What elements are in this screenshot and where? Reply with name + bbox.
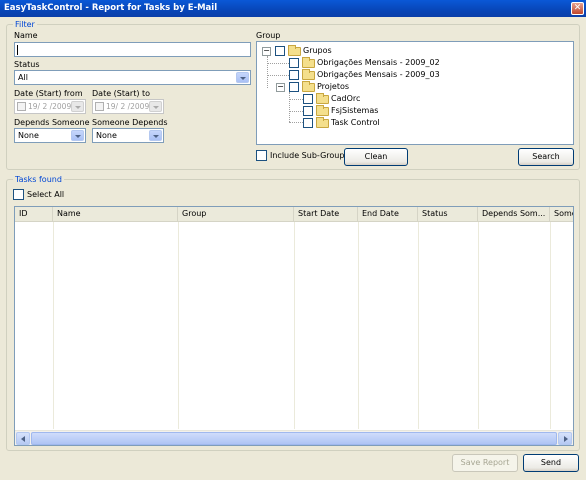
status-select[interactable]: All bbox=[14, 70, 251, 85]
column-header-depends-someone[interactable]: Depends Som... bbox=[478, 207, 550, 222]
scroll-right-icon[interactable] bbox=[558, 432, 572, 445]
date-to-picker[interactable]: 19/ 2 /2009 bbox=[92, 99, 164, 114]
collapse-icon[interactable]: − bbox=[276, 83, 285, 92]
group-label: Group bbox=[256, 31, 281, 40]
name-input[interactable] bbox=[14, 42, 251, 57]
tree-node-task-control[interactable]: Task Control bbox=[257, 117, 457, 129]
tasks-grid[interactable]: ID Name Group Start Date End Date Status… bbox=[14, 206, 574, 446]
depends-someone-label: Depends Someone bbox=[14, 118, 90, 127]
text-caret bbox=[17, 45, 18, 55]
folder-icon bbox=[302, 69, 315, 80]
folder-icon bbox=[288, 45, 301, 56]
tree-node-grupos[interactable]: − Grupos bbox=[257, 45, 457, 57]
date-from-checkbox[interactable] bbox=[17, 102, 26, 111]
tree-node-checkbox[interactable] bbox=[303, 106, 313, 116]
group-tree[interactable]: − Grupos Obrigações Mensais - 2009_02 Ob… bbox=[256, 41, 574, 145]
tree-node-obrigacoes-02[interactable]: Obrigações Mensais - 2009_02 bbox=[257, 57, 557, 69]
tree-node-checkbox[interactable] bbox=[289, 70, 299, 80]
tree-node-fsjsistemas[interactable]: FsjSistemas bbox=[257, 105, 457, 117]
tree-node-label: Task Control bbox=[331, 118, 380, 127]
tree-node-checkbox[interactable] bbox=[303, 94, 313, 104]
tasks-legend: Tasks found bbox=[13, 175, 64, 184]
chevron-down-icon[interactable] bbox=[149, 130, 162, 141]
window-title: EasyTaskControl - Report for Tasks by E-… bbox=[4, 3, 218, 13]
chevron-down-icon[interactable] bbox=[71, 130, 84, 141]
clean-button[interactable]: Clean bbox=[344, 148, 408, 166]
tree-node-obrigacoes-03[interactable]: Obrigações Mensais - 2009_03 bbox=[257, 69, 557, 81]
date-from-picker[interactable]: 19/ 2 /2009 bbox=[14, 99, 86, 114]
grid-header: ID Name Group Start Date End Date Status… bbox=[15, 207, 573, 222]
column-header-id[interactable]: ID bbox=[15, 207, 53, 222]
someone-depends-label: Someone Depends bbox=[92, 118, 168, 127]
scroll-left-icon[interactable] bbox=[16, 432, 30, 445]
chevron-down-icon[interactable] bbox=[71, 101, 84, 112]
name-label: Name bbox=[14, 31, 38, 40]
date-from-value: 19/ 2 /2009 bbox=[28, 102, 72, 111]
send-button[interactable]: Send bbox=[523, 454, 579, 472]
folder-icon bbox=[316, 105, 329, 116]
date-from-label: Date (Start) from bbox=[14, 89, 83, 98]
select-all-checkbox[interactable] bbox=[13, 189, 24, 200]
column-divider bbox=[418, 222, 419, 429]
include-subgroups-label: Include Sub-Groups bbox=[270, 151, 349, 160]
tree-node-label: Grupos bbox=[303, 46, 332, 55]
column-divider bbox=[178, 222, 179, 429]
someone-depends-value: None bbox=[96, 131, 117, 140]
tree-node-label: CadOrc bbox=[331, 94, 361, 103]
chevron-down-icon[interactable] bbox=[236, 72, 249, 83]
tree-node-checkbox[interactable] bbox=[303, 118, 313, 128]
folder-icon bbox=[302, 57, 315, 68]
column-header-someone-depends[interactable]: Some bbox=[550, 207, 573, 222]
column-header-name[interactable]: Name bbox=[53, 207, 178, 222]
select-all-label: Select All bbox=[27, 190, 65, 199]
column-header-end-date[interactable]: End Date bbox=[358, 207, 418, 222]
tree-node-label: Obrigações Mensais - 2009_03 bbox=[317, 70, 440, 79]
collapse-icon[interactable]: − bbox=[262, 47, 271, 56]
status-select-value: All bbox=[18, 73, 28, 82]
horizontal-scrollbar[interactable] bbox=[15, 430, 573, 445]
save-report-button[interactable]: Save Report bbox=[452, 454, 518, 472]
someone-depends-select[interactable]: None bbox=[92, 128, 164, 143]
column-header-status[interactable]: Status bbox=[418, 207, 478, 222]
depends-someone-select[interactable]: None bbox=[14, 128, 86, 143]
folder-icon bbox=[302, 81, 315, 92]
column-divider bbox=[550, 222, 551, 429]
include-subgroups-checkbox[interactable] bbox=[256, 150, 267, 161]
chevron-down-icon[interactable] bbox=[149, 101, 162, 112]
date-to-label: Date (Start) to bbox=[92, 89, 151, 98]
tree-node-checkbox[interactable] bbox=[275, 46, 285, 56]
tree-node-label: Projetos bbox=[317, 82, 350, 91]
title-bar: EasyTaskControl - Report for Tasks by E-… bbox=[0, 0, 586, 17]
tree-node-projetos[interactable]: − Projetos bbox=[257, 81, 457, 93]
column-divider bbox=[358, 222, 359, 429]
date-to-checkbox[interactable] bbox=[95, 102, 104, 111]
date-to-value: 19/ 2 /2009 bbox=[106, 102, 150, 111]
tree-node-cadorc[interactable]: CadOrc bbox=[257, 93, 457, 105]
search-button[interactable]: Search bbox=[518, 148, 574, 166]
scroll-thumb[interactable] bbox=[31, 432, 557, 445]
column-divider bbox=[53, 222, 54, 429]
column-divider bbox=[478, 222, 479, 429]
close-icon[interactable]: ✕ bbox=[571, 2, 584, 15]
tree-node-label: FsjSistemas bbox=[331, 106, 379, 115]
folder-icon bbox=[316, 93, 329, 104]
folder-icon bbox=[316, 117, 329, 128]
column-header-group[interactable]: Group bbox=[178, 207, 294, 222]
tree-node-checkbox[interactable] bbox=[289, 82, 299, 92]
status-label: Status bbox=[14, 60, 40, 69]
column-header-start-date[interactable]: Start Date bbox=[294, 207, 358, 222]
tree-node-checkbox[interactable] bbox=[289, 58, 299, 68]
tree-node-label: Obrigações Mensais - 2009_02 bbox=[317, 58, 440, 67]
filter-legend: Filter bbox=[13, 20, 37, 29]
depends-someone-value: None bbox=[18, 131, 39, 140]
column-divider bbox=[294, 222, 295, 429]
